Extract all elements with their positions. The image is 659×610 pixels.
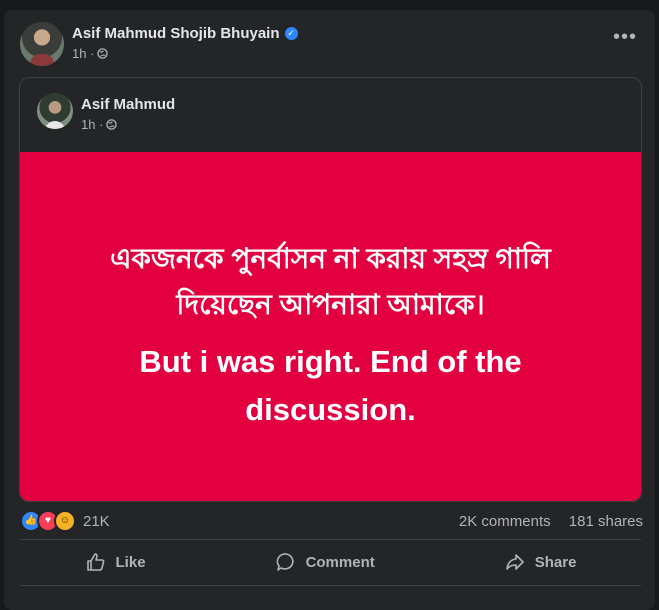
shared-post[interactable]: Asif Mahmud 1h · একজনকে পুনর্বাসন না করা… [19, 77, 642, 502]
comments-count[interactable]: 2K comments [459, 513, 551, 530]
globe-icon [106, 118, 118, 130]
reactions-count[interactable]: 21K [83, 513, 110, 530]
text-post-background[interactable]: একজনকে পুনর্বাসন না করায় সহস্র গালি দিয… [20, 152, 641, 501]
bengali-text: একজনকে পুনর্বাসন না করায় সহস্র গালি দিয… [20, 236, 641, 328]
comment-icon [276, 553, 294, 571]
shared-author-avatar[interactable] [37, 93, 73, 129]
english-text: But i was right. End of the discussion. [20, 338, 641, 434]
share-icon [505, 554, 524, 570]
author-name[interactable]: Asif Mahmud Shojib Bhuyain [72, 25, 280, 42]
share-button[interactable]: Share [504, 551, 577, 573]
english-line-1: But i was right. End of the [139, 344, 522, 379]
bengali-line-1: একজনকে পুনর্বাসন না করায় সহস্র গালি [110, 243, 551, 274]
action-bar: Like Comment Share [20, 541, 641, 583]
haha-icon: ☺ [54, 510, 76, 532]
like-button[interactable]: Like [85, 551, 146, 573]
post-header: Asif Mahmud Shojib Bhuyain ✓ 1h · [20, 22, 298, 66]
post-stats: 👍 ♥ ☺ 21K 2K comments 181 shares [20, 508, 643, 534]
share-label: Share [534, 553, 577, 571]
shared-post-time[interactable]: 1h · [81, 117, 103, 132]
shared-author-name[interactable]: Asif Mahmud [81, 96, 175, 113]
comment-label: Comment [305, 553, 375, 571]
bengali-line-2: দিয়েছেন আপনারা আমাকে। [176, 289, 485, 320]
english-line-2: discussion. [245, 392, 416, 427]
divider [20, 585, 641, 586]
post-time[interactable]: 1h · [72, 46, 94, 61]
thumbs-up-icon [86, 553, 104, 571]
verified-badge-icon: ✓ [284, 26, 298, 40]
globe-icon [97, 47, 109, 59]
comment-button[interactable]: Comment [275, 551, 375, 573]
author-avatar[interactable] [20, 22, 64, 66]
post-card: Asif Mahmud Shojib Bhuyain ✓ 1h · ••• As… [4, 10, 655, 610]
shares-count[interactable]: 181 shares [569, 513, 643, 530]
more-options-button[interactable]: ••• [613, 27, 637, 47]
post-meta: Asif Mahmud Shojib Bhuyain ✓ 1h · [72, 22, 298, 66]
like-label: Like [115, 553, 146, 571]
divider [20, 539, 641, 540]
shared-post-header: Asif Mahmud 1h · [37, 93, 175, 133]
reactions-summary[interactable]: 👍 ♥ ☺ 21K [20, 510, 110, 532]
shared-post-meta: Asif Mahmud 1h · [81, 93, 175, 133]
engagement-counts: 2K comments 181 shares [445, 513, 643, 530]
